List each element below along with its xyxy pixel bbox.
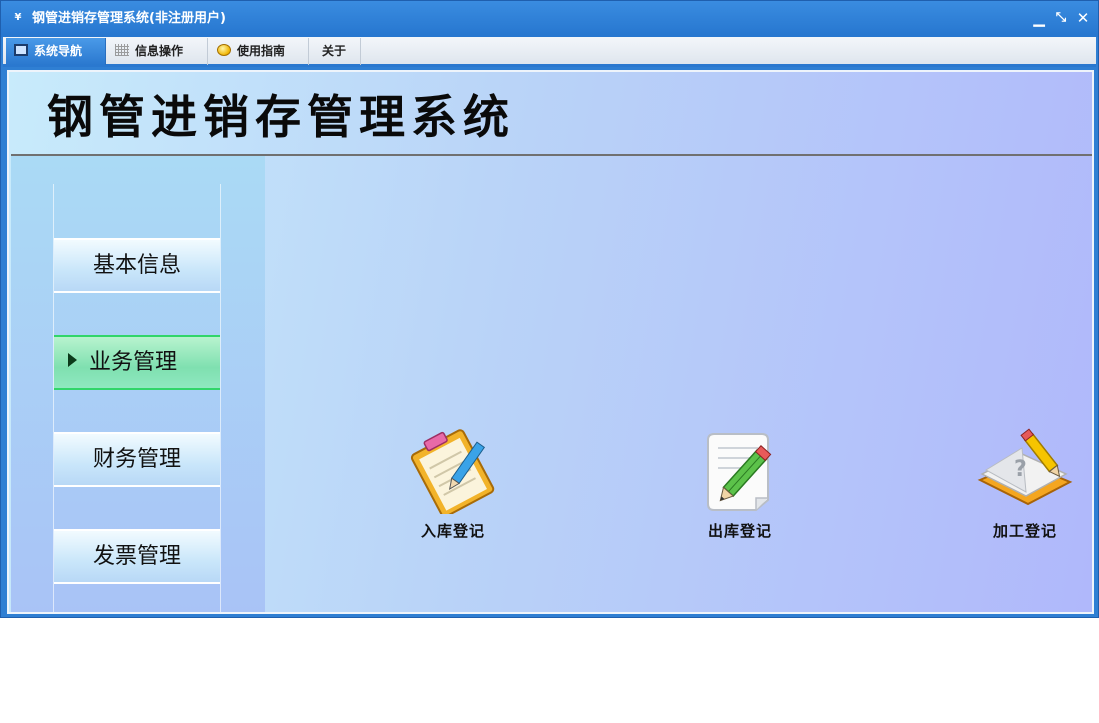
function-label: 加工登记 [992, 522, 1057, 540]
tab-info-operation[interactable]: 信息操作 [107, 38, 208, 65]
screen-icon [14, 44, 28, 56]
sidebar: 基本信息 业务管理 财务管理 发票管理 [11, 156, 265, 612]
menu-bar: 系统导航 信息操作 使用指南 关于 [3, 37, 1096, 67]
document-pencil-icon [707, 433, 772, 511]
svg-text:?: ? [1014, 457, 1027, 482]
processing-register-button[interactable]: ? 加工登记 [970, 428, 1080, 558]
window-title: 钢管进销存管理系统(非注册用户) [32, 11, 226, 26]
minimize-icon[interactable]: ▁ [1030, 9, 1048, 27]
tab-label: 使用指南 [237, 44, 286, 58]
clipboard-pen-icon [410, 429, 495, 514]
tab-label: 关于 [322, 44, 347, 58]
outbound-register-button[interactable]: 出库登记 [685, 428, 795, 558]
sidebar-item-label: 财务管理 [92, 447, 181, 472]
tab-user-guide[interactable]: 使用指南 [209, 38, 309, 65]
title-bar[interactable]: ¥ 钢管进销存管理系统(非注册用户) ▁ ⤡ ✕ [1, 1, 1098, 37]
app-logo-icon: ¥ [14, 12, 22, 23]
inbound-register-button[interactable]: 入库登记 [398, 428, 508, 558]
app-window: ¥ 钢管进销存管理系统(非注册用户) ▁ ⤡ ✕ 系统导航 信息操作 使用指南 … [0, 0, 1099, 618]
function-label: 出库登记 [707, 522, 772, 540]
main-content: 钢管进销存管理系统 基本信息 业务管理 财务管理 发票管理 入库登记 出库登记 … [7, 70, 1094, 614]
tab-label: 系统导航 [34, 44, 83, 58]
play-arrow-icon [68, 353, 77, 367]
close-icon[interactable]: ✕ [1074, 9, 1092, 27]
grid-icon [115, 44, 129, 56]
page-title: 钢管进销存管理系统 [47, 90, 515, 144]
sidebar-item-finance-management[interactable]: 财务管理 [54, 432, 220, 487]
sidebar-item-basic-info[interactable]: 基本信息 [54, 238, 220, 293]
sidebar-item-business-management[interactable]: 业务管理 [54, 335, 220, 390]
bulb-icon [217, 44, 231, 56]
tab-about[interactable]: 关于 [310, 38, 361, 65]
book-pencil-icon: ? [977, 428, 1073, 506]
function-label: 入库登记 [420, 522, 485, 540]
tab-system-navigation[interactable]: 系统导航 [6, 38, 106, 65]
restore-icon[interactable]: ⤡ [1052, 9, 1070, 27]
tab-label: 信息操作 [135, 44, 184, 58]
sidebar-item-label: 发票管理 [92, 544, 181, 569]
sidebar-item-invoice-management[interactable]: 发票管理 [54, 529, 220, 584]
sidebar-item-label: 基本信息 [92, 253, 181, 278]
sidebar-item-label: 业务管理 [89, 350, 178, 375]
